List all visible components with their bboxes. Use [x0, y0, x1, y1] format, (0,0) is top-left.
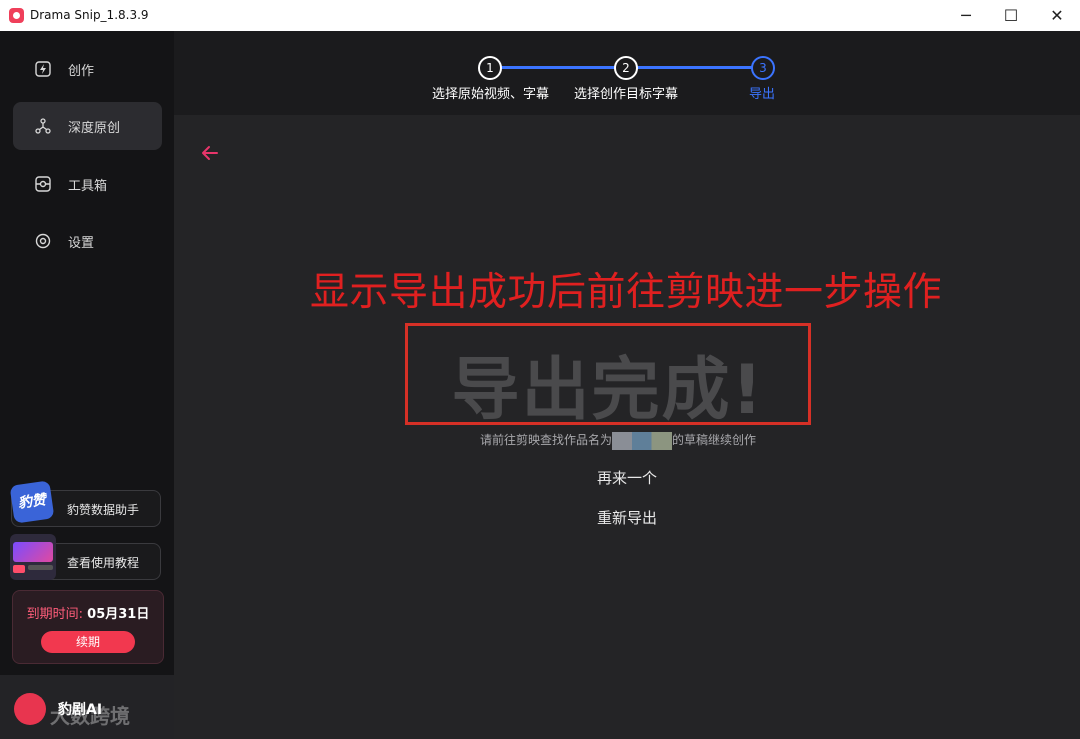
close-button[interactable]: ✕ — [1034, 0, 1080, 31]
step-1-circle: 1 — [478, 56, 502, 80]
sidebar-item-label: 设置 — [68, 235, 95, 251]
sidebar: 创作 深度原创 工具箱 设置 豹赞 豹赞数据助手 查看使用教程 到期时间: 05… — [0, 31, 174, 739]
sidebar-item-label: 工具箱 — [68, 178, 108, 194]
tutorial-thumbnail — [10, 534, 56, 580]
progress-steps: 1 2 3 选择原始视频、字幕 选择创作目标字幕 导出 — [174, 31, 1080, 115]
sidebar-item-label: 创作 — [68, 63, 95, 79]
step-3-circle: 3 — [751, 56, 775, 80]
reexport-button[interactable]: 重新导出 — [174, 507, 1080, 528]
step-1-label: 选择原始视频、字幕 — [432, 87, 550, 102]
sidebar-item-label: 深度原创 — [68, 120, 121, 136]
export-complete-highlight: 导出完成! — [405, 323, 811, 430]
expiration-prefix: 到期时间: — [26, 607, 88, 622]
step-connector — [636, 66, 764, 69]
annotation-text: 显示导出成功后前往剪映进一步操作 — [310, 270, 943, 315]
baozan-logo: 豹赞 — [9, 480, 55, 524]
renew-button[interactable]: 续期 — [41, 631, 135, 653]
app-logo-icon — [9, 8, 24, 23]
step-connector — [500, 66, 626, 69]
watermark: 大数跨境 — [10, 700, 130, 729]
maximize-button[interactable]: ☐ — [988, 0, 1034, 31]
back-arrow-icon[interactable] — [200, 143, 220, 163]
again-button[interactable]: 再来一个 — [174, 467, 1080, 488]
export-hint: 请前往剪映查找作品名为 的草稿继续创作 — [480, 431, 756, 450]
view-tutorial-button[interactable]: 查看使用教程 — [10, 534, 161, 580]
minimize-button[interactable]: ─ — [943, 0, 989, 31]
promo-label: 查看使用教程 — [67, 556, 140, 570]
hint-text-before: 请前往剪映查找作品名为 — [480, 433, 613, 447]
expiration-date: 05月31日 — [87, 607, 150, 622]
hint-text-after: 的草稿继续创作 — [672, 433, 757, 447]
step-2-label: 选择创作目标字幕 — [574, 87, 679, 102]
sidebar-item-toolbox[interactable]: 工具箱 — [13, 160, 162, 208]
redacted-name-mosaic — [612, 431, 673, 450]
lightning-icon — [35, 61, 51, 77]
step-2-circle: 2 — [614, 56, 638, 80]
settings-icon — [35, 233, 51, 249]
molecule-icon — [35, 118, 51, 134]
sidebar-item-deep-original[interactable]: 深度原创 — [13, 102, 162, 150]
step-3-label: 导出 — [749, 87, 776, 102]
again-label: 再来一个 — [596, 469, 657, 487]
export-complete-title: 导出完成! — [451, 351, 765, 430]
baozan-logo-text: 豹赞 — [17, 492, 47, 512]
toolbox-icon — [35, 176, 51, 192]
main-panel: 显示导出成功后前往剪映进一步操作 导出完成! 请前往剪映查找作品名为 的草稿继续创… — [174, 115, 1080, 739]
sidebar-item-settings[interactable]: 设置 — [13, 217, 162, 265]
watermark-text: 大数跨境 — [50, 704, 130, 728]
window-title: Drama Snip_1.8.3.9 — [30, 8, 149, 22]
expiration-text: 到期时间: 05月31日 — [13, 603, 163, 622]
window-titlebar: Drama Snip_1.8.3.9 ─ ☐ ✕ — [0, 0, 1080, 32]
expiration-panel: 到期时间: 05月31日 续期 — [12, 590, 164, 664]
reexport-label: 重新导出 — [596, 509, 657, 527]
sidebar-item-create[interactable]: 创作 — [13, 45, 162, 93]
baozan-data-assistant-button[interactable]: 豹赞 豹赞数据助手 — [9, 480, 161, 527]
promo-label: 豹赞数据助手 — [67, 503, 140, 517]
